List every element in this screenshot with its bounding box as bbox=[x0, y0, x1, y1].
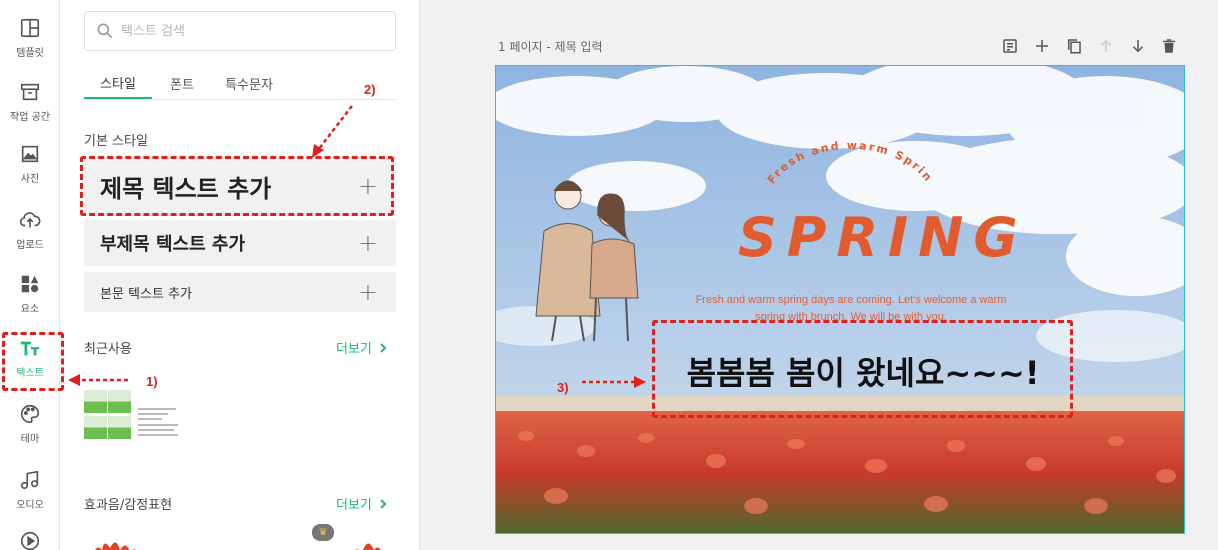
annotation-label-2: 2) bbox=[364, 82, 376, 97]
add-body-button[interactable]: 본문 텍스트 추가 + bbox=[84, 272, 396, 312]
search-input[interactable] bbox=[121, 23, 381, 39]
annotation-label-3: 3) bbox=[557, 380, 569, 395]
annotation-label-1: 1) bbox=[146, 374, 158, 389]
rail-item-upload[interactable]: 업로드 bbox=[0, 200, 60, 260]
tab-font[interactable]: 폰트 bbox=[160, 68, 204, 99]
arrow-down-icon bbox=[1132, 40, 1144, 53]
trash-icon bbox=[1163, 39, 1175, 53]
plus-icon bbox=[1036, 40, 1048, 52]
main-heading-text[interactable]: 봄봄봄 봄이 왔네요~~~! bbox=[656, 348, 1070, 394]
move-down-button[interactable] bbox=[1128, 36, 1148, 56]
style-tabs: 스타일 폰트 특수문자 bbox=[84, 68, 396, 100]
effects-more-link[interactable]: 더보기 bbox=[336, 494, 388, 513]
rail-label: 오디오 bbox=[16, 500, 44, 511]
rail-item-theme[interactable]: 테마 bbox=[0, 394, 60, 454]
plus-icon: + bbox=[357, 278, 378, 306]
rail-item-audio[interactable]: 오디오 bbox=[0, 460, 60, 520]
add-heading-label: 제목 텍스트 추가 bbox=[100, 174, 272, 203]
rail-item-video[interactable] bbox=[0, 526, 60, 550]
photo-icon bbox=[21, 145, 39, 163]
description-line-1: Fresh and warm spring days are coming. L… bbox=[695, 294, 1007, 306]
delete-page-button[interactable] bbox=[1159, 36, 1179, 56]
page-memo-button[interactable] bbox=[1000, 36, 1020, 56]
rail-item-elements[interactable]: 요소 bbox=[0, 264, 60, 324]
add-subheading-button[interactable]: 부제목 텍스트 추가 + bbox=[84, 220, 396, 266]
fire-sticker[interactable] bbox=[86, 530, 146, 550]
template-icon bbox=[20, 18, 40, 38]
recent-thumbnail-text[interactable] bbox=[138, 408, 182, 442]
crown-icon: ♛ bbox=[312, 524, 334, 541]
chevron-right-icon bbox=[380, 342, 387, 353]
rail-label: 사진 bbox=[20, 174, 40, 185]
sticker-item[interactable] bbox=[340, 530, 400, 550]
description-line-2: spring with brunch. We will be with you. bbox=[755, 311, 947, 323]
text-icon bbox=[20, 341, 40, 356]
spring-title[interactable]: SPRING bbox=[738, 206, 1028, 269]
upload-icon bbox=[19, 212, 41, 228]
plus-icon: + bbox=[357, 172, 378, 200]
palette-icon bbox=[21, 404, 40, 424]
rail-item-template[interactable]: 템플릿 bbox=[0, 8, 60, 68]
rail-item-text[interactable]: 텍스트 bbox=[0, 328, 60, 388]
svg-text:Fresh and warm Spring: Fresh and warm Spring bbox=[496, 66, 936, 186]
add-subheading-label: 부제목 텍스트 추가 bbox=[100, 234, 246, 255]
duplicate-page-button[interactable] bbox=[1064, 36, 1084, 56]
rail-label: 텍스트 bbox=[16, 368, 44, 379]
rail-item-workspace[interactable]: 작업 공간 bbox=[0, 72, 60, 132]
search-box[interactable] bbox=[84, 11, 396, 51]
rail-label: 요소 bbox=[20, 304, 40, 315]
search-icon bbox=[97, 23, 113, 39]
memo-icon bbox=[1003, 39, 1017, 53]
rail-label: 업로드 bbox=[16, 240, 44, 251]
rail-item-photo[interactable]: 사진 bbox=[0, 134, 60, 194]
workspace-icon bbox=[20, 83, 40, 101]
add-body-label: 본문 텍스트 추가 bbox=[100, 286, 192, 302]
effects-title: 효과음/감정표현 bbox=[84, 498, 173, 513]
recent-more-label: 더보기 bbox=[336, 342, 372, 357]
add-page-button[interactable] bbox=[1032, 36, 1052, 56]
design-canvas[interactable]: Fresh and warm Spring SPRING Fresh and w… bbox=[495, 65, 1185, 534]
rail-label: 작업 공간 bbox=[10, 112, 50, 123]
arc-subtitle-text: Fresh and warm Spring bbox=[496, 66, 934, 186]
chevron-right-icon bbox=[380, 498, 387, 509]
tab-style[interactable]: 스타일 bbox=[84, 68, 152, 99]
add-heading-button[interactable]: 제목 텍스트 추가 + bbox=[84, 158, 396, 214]
icon-rail: 템플릿 작업 공간 사진 업로드 요소 텍스트 테마 오디오 bbox=[0, 0, 60, 550]
rail-label: 테마 bbox=[20, 434, 40, 445]
effects-more-label: 더보기 bbox=[336, 498, 372, 513]
music-icon bbox=[20, 470, 39, 490]
page-label: 1 페이지 - 제목 입력 bbox=[498, 40, 603, 54]
rail-label: 템플릿 bbox=[16, 48, 44, 59]
basic-style-title: 기본 스타일 bbox=[84, 134, 148, 149]
move-up-button[interactable] bbox=[1096, 36, 1116, 56]
spring-description[interactable]: Fresh and warm spring days are coming. L… bbox=[676, 292, 1026, 326]
elements-icon bbox=[21, 275, 39, 293]
plus-icon: + bbox=[357, 229, 378, 257]
recent-title: 최근사용 bbox=[84, 342, 132, 357]
tab-special-chars[interactable]: 특수문자 bbox=[214, 68, 284, 99]
copy-icon bbox=[1068, 39, 1081, 54]
arrow-up-icon bbox=[1100, 39, 1112, 52]
play-icon bbox=[20, 531, 40, 550]
recent-more-link[interactable]: 더보기 bbox=[336, 338, 388, 357]
